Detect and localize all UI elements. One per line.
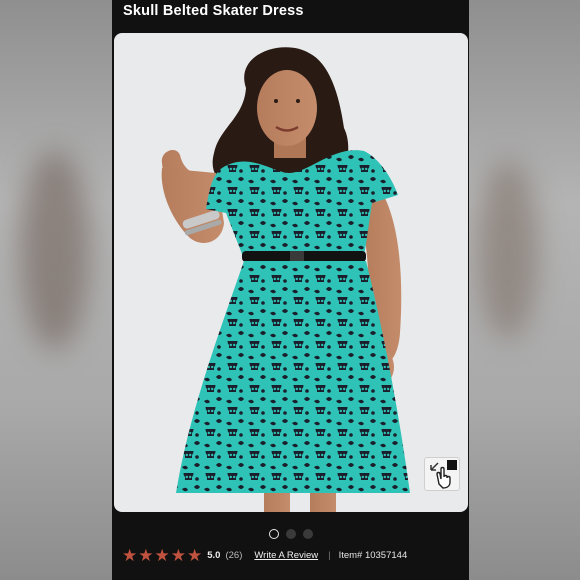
header: Skull Belted Skater Dress	[112, 0, 469, 28]
product-title: Skull Belted Skater Dress	[123, 3, 304, 19]
zoom-button[interactable]	[424, 457, 460, 491]
rating-row: ★ ★ ★ ★ ★ 5.0 (26) Write A Review | Item…	[122, 545, 467, 565]
blurred-backdrop-left	[0, 0, 112, 580]
star-icon: ★	[187, 545, 203, 565]
carousel-dot-3[interactable]	[302, 529, 313, 539]
star-icon: ★	[122, 545, 138, 565]
star-icon: ★	[154, 545, 170, 565]
product-screen: Skull Belted Skater Dress ★ ★ ★ ★ ★ 5.0 …	[112, 0, 469, 580]
zoom-hand-icon	[430, 460, 457, 489]
star-icon: ★	[138, 545, 154, 565]
product-photo[interactable]	[114, 33, 468, 512]
star-rating: ★ ★ ★ ★ ★	[122, 547, 202, 564]
item-number: Item# 10357144	[338, 549, 408, 561]
rating-value: 5.0	[207, 549, 221, 561]
divider: |	[328, 549, 331, 561]
blurred-backdrop-right	[468, 0, 580, 580]
carousel-dot-1[interactable]	[268, 529, 279, 539]
carousel-dots	[112, 529, 469, 539]
carousel-dot-2[interactable]	[285, 529, 296, 539]
review-count: (26)	[225, 549, 243, 561]
model-illustration	[161, 47, 410, 512]
write-review-link[interactable]: Write A Review	[254, 550, 318, 561]
star-icon: ★	[170, 545, 186, 565]
